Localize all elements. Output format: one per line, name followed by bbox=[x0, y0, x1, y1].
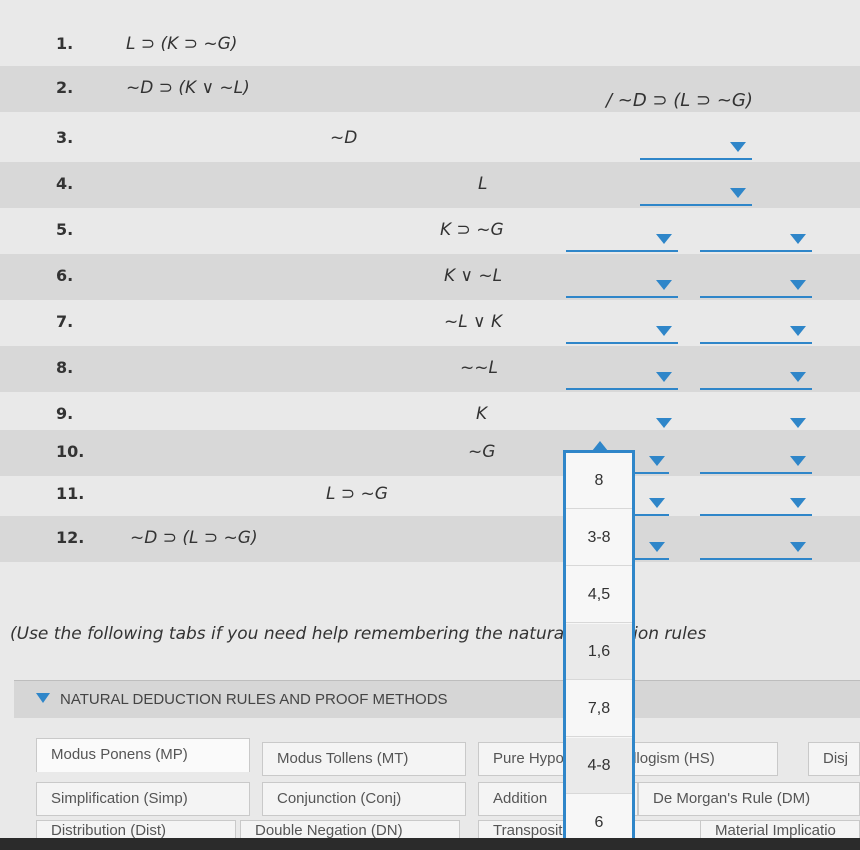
line-number: 11. bbox=[56, 484, 85, 503]
rule-dropdown[interactable] bbox=[700, 368, 812, 390]
line-reference-dropdown-partial[interactable] bbox=[635, 494, 669, 516]
proof-row-6: 6. K ∨ ~L bbox=[0, 254, 860, 300]
formula: ~D ⊃ (K ∨ ~L) bbox=[126, 78, 250, 98]
dropdown-option[interactable]: 1,6 bbox=[566, 624, 632, 680]
line-number: 12. bbox=[56, 528, 85, 547]
justification-dropdown[interactable] bbox=[640, 138, 752, 160]
chevron-down-icon bbox=[656, 326, 672, 336]
chevron-down-icon bbox=[730, 142, 746, 152]
formula: L bbox=[478, 174, 488, 194]
formula: K ∨ ~L bbox=[444, 266, 503, 286]
line-reference-dropdown-menu[interactable]: 8 3-8 4,5 1,6 7,8 4-8 6 bbox=[563, 441, 635, 850]
tab-double-negation[interactable]: Double Negation (DN) bbox=[240, 820, 460, 840]
line-reference-dropdown-partial[interactable] bbox=[635, 538, 669, 560]
chevron-down-icon bbox=[656, 418, 672, 428]
formula: K bbox=[476, 404, 488, 424]
tab-conjunction[interactable]: Conjunction (Conj) bbox=[262, 782, 466, 816]
proof-row-5: 5. K ⊃ ~G bbox=[0, 208, 860, 254]
formula: ~G bbox=[468, 442, 496, 462]
formula: K ⊃ ~G bbox=[440, 220, 504, 240]
dropdown-option[interactable]: 8 bbox=[566, 453, 632, 509]
chevron-down-icon bbox=[790, 326, 806, 336]
dropdown-option[interactable]: 7,8 bbox=[566, 681, 632, 737]
line-reference-dropdown[interactable] bbox=[566, 276, 678, 298]
proof-row-10: 10. ~G bbox=[0, 430, 860, 476]
chevron-down-icon bbox=[730, 188, 746, 198]
formula: ~L ∨ K bbox=[444, 312, 503, 332]
conclusion: / ~D ⊃ (L ⊃ ~G) bbox=[606, 90, 753, 111]
chevron-down-icon bbox=[790, 234, 806, 244]
line-number: 10. bbox=[56, 442, 85, 461]
rule-dropdown[interactable] bbox=[700, 538, 812, 560]
rule-dropdown[interactable] bbox=[700, 276, 812, 298]
formula: ~~L bbox=[460, 358, 498, 378]
tab-modus-tollens[interactable]: Modus Tollens (MT) bbox=[262, 742, 466, 776]
rule-dropdown[interactable] bbox=[700, 322, 812, 344]
proof-row-12: 12. ~D ⊃ (L ⊃ ~G) bbox=[0, 516, 860, 562]
proof-row-1: 1. L ⊃ (K ⊃ ~G) bbox=[0, 22, 860, 68]
tab-disjunctive[interactable]: Disj bbox=[808, 742, 860, 776]
proof-row-11: 11. L ⊃ ~G bbox=[0, 472, 860, 518]
chevron-down-icon bbox=[649, 542, 665, 552]
tab-material-implication[interactable]: Material Implicatio bbox=[700, 820, 860, 840]
proof-row-8: 8. ~~L bbox=[0, 346, 860, 392]
chevron-down-icon bbox=[790, 498, 806, 508]
dropdown-option[interactable]: 3-8 bbox=[566, 510, 632, 566]
line-number: 4. bbox=[56, 174, 74, 193]
justification-dropdown[interactable] bbox=[640, 184, 752, 206]
chevron-down-icon bbox=[790, 542, 806, 552]
rules-panel-title: NATURAL DEDUCTION RULES AND PROOF METHOD… bbox=[60, 691, 448, 708]
screen-bottom-edge bbox=[0, 838, 860, 850]
chevron-down-icon bbox=[790, 456, 806, 466]
line-number: 3. bbox=[56, 128, 74, 147]
tab-de-morgans-rule[interactable]: De Morgan's Rule (DM) bbox=[638, 782, 860, 816]
line-number: 1. bbox=[56, 34, 74, 53]
tab-simplification[interactable]: Simplification (Simp) bbox=[36, 782, 250, 816]
line-reference-dropdown[interactable] bbox=[566, 368, 678, 390]
chevron-down-icon bbox=[656, 280, 672, 290]
line-number: 8. bbox=[56, 358, 74, 377]
line-reference-dropdown-partial[interactable] bbox=[635, 452, 669, 474]
chevron-down-icon bbox=[649, 456, 665, 466]
dropdown-option[interactable]: 4-8 bbox=[566, 738, 632, 794]
line-reference-dropdown[interactable] bbox=[566, 230, 678, 252]
rule-dropdown[interactable] bbox=[700, 230, 812, 252]
caret-up-icon bbox=[592, 441, 608, 451]
formula: ~D bbox=[330, 128, 358, 148]
proof-row-4: 4. L bbox=[0, 162, 860, 208]
rule-dropdown[interactable] bbox=[700, 494, 812, 516]
formula: L ⊃ ~G bbox=[326, 484, 388, 504]
line-number: 6. bbox=[56, 266, 74, 285]
line-number: 5. bbox=[56, 220, 74, 239]
tab-distribution[interactable]: Distribution (Dist) bbox=[36, 820, 236, 840]
proof-row-3: 3. ~D bbox=[0, 116, 860, 162]
line-number: 7. bbox=[56, 312, 74, 331]
chevron-down-icon bbox=[656, 372, 672, 382]
line-number: 9. bbox=[56, 404, 74, 423]
chevron-down-icon bbox=[790, 418, 806, 428]
line-number: 2. bbox=[56, 78, 74, 97]
chevron-down-icon bbox=[790, 280, 806, 290]
chevron-down-icon bbox=[790, 372, 806, 382]
formula: ~D ⊃ (L ⊃ ~G) bbox=[130, 528, 258, 548]
tab-modus-ponens[interactable]: Modus Ponens (MP) bbox=[36, 738, 250, 772]
collapse-triangle-icon bbox=[36, 693, 50, 703]
proof-row-7: 7. ~L ∨ K bbox=[0, 300, 860, 346]
dropdown-option[interactable]: 4,5 bbox=[566, 567, 632, 623]
help-text: (Use the following tabs if you need help… bbox=[10, 624, 707, 644]
chevron-down-icon bbox=[649, 498, 665, 508]
rules-panel-header[interactable]: NATURAL DEDUCTION RULES AND PROOF METHOD… bbox=[14, 680, 860, 718]
line-reference-dropdown[interactable] bbox=[566, 322, 678, 344]
rule-dropdown[interactable] bbox=[700, 452, 812, 474]
chevron-down-icon bbox=[656, 234, 672, 244]
formula: L ⊃ (K ⊃ ~G) bbox=[126, 34, 238, 54]
